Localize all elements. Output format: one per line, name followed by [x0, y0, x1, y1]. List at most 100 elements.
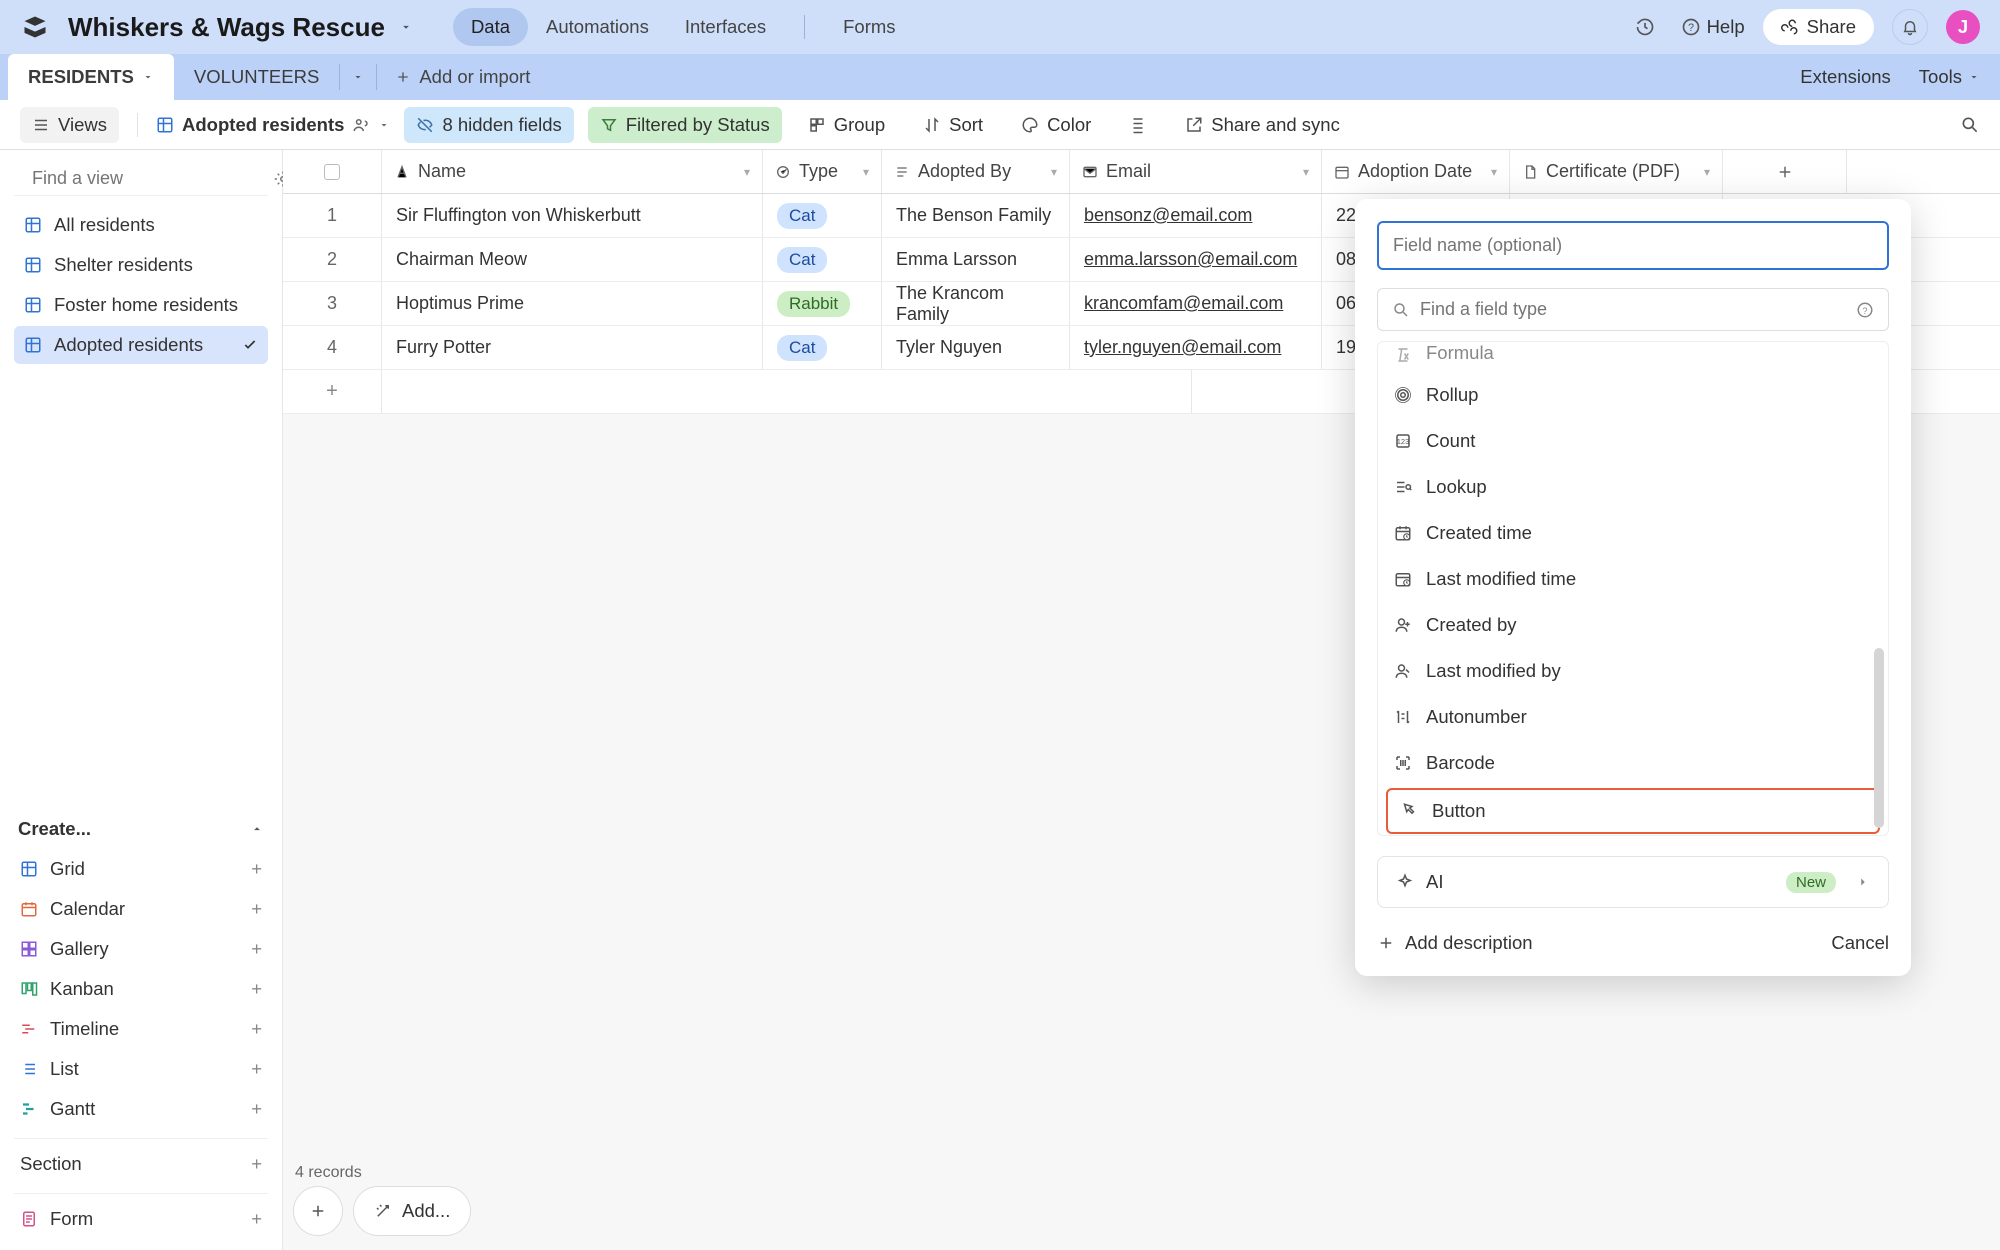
data-grid: Name▾ Type▾ Adopted By▾ Email▾ Adoption …: [283, 150, 2000, 1250]
column-email[interactable]: Email▾: [1070, 150, 1322, 193]
chevron-down-icon[interactable]: [378, 119, 390, 131]
plus-icon[interactable]: +: [283, 370, 382, 413]
cancel-button[interactable]: Cancel: [1831, 932, 1889, 954]
nav-interfaces[interactable]: Interfaces: [667, 8, 784, 46]
cell-name[interactable]: Sir Fluffington von Whiskerbutt: [382, 194, 763, 237]
column-adoption-date[interactable]: Adoption Date▾: [1322, 150, 1510, 193]
create-timeline[interactable]: Timeline+: [14, 1010, 268, 1048]
check-icon: [242, 337, 258, 353]
row-height-button[interactable]: [1117, 109, 1159, 141]
extensions-button[interactable]: Extensions: [1800, 66, 1891, 88]
view-list: All residents Shelter residents Foster h…: [14, 206, 268, 364]
create-form[interactable]: Form+: [14, 1200, 268, 1238]
field-type-created-time[interactable]: Created time: [1378, 510, 1888, 556]
add-field-popover: ? Formula Rollup 123Count Lookup Created…: [1355, 199, 1911, 976]
column-type[interactable]: Type▾: [763, 150, 882, 193]
chevron-down-icon[interactable]: [142, 71, 154, 83]
tab-label: RESIDENTS: [28, 66, 134, 88]
view-item-shelter-residents[interactable]: Shelter residents: [14, 246, 268, 284]
create-gantt[interactable]: Gantt+: [14, 1090, 268, 1128]
select-all-header[interactable]: [283, 150, 382, 193]
new-badge: New: [1786, 872, 1836, 893]
find-view-search[interactable]: [14, 162, 268, 196]
nav-data[interactable]: Data: [453, 8, 528, 46]
add-import-label: Add or import: [419, 66, 530, 88]
email-icon: [1082, 164, 1098, 180]
tab-residents[interactable]: RESIDENTS: [8, 54, 174, 100]
svg-text:123: 123: [1397, 437, 1410, 446]
field-type-autonumber[interactable]: Autonumber: [1378, 694, 1888, 740]
create-grid[interactable]: Grid+: [14, 850, 268, 888]
cell-adopted-by[interactable]: The Benson Family: [882, 194, 1070, 237]
sort-button[interactable]: Sort: [911, 107, 995, 143]
bell-icon[interactable]: [1892, 9, 1928, 45]
add-menu-button[interactable]: Add...: [353, 1186, 471, 1236]
help-icon[interactable]: ?: [1856, 301, 1874, 319]
field-type-rollup[interactable]: Rollup: [1378, 372, 1888, 418]
find-view-input[interactable]: [32, 168, 264, 189]
field-name-input[interactable]: [1377, 221, 1889, 270]
create-kanban[interactable]: Kanban+: [14, 970, 268, 1008]
nav-forms[interactable]: Forms: [825, 8, 913, 46]
chevron-down-icon: [352, 71, 364, 83]
current-view-name[interactable]: Adopted residents: [156, 114, 390, 136]
field-type-button[interactable]: Button: [1386, 788, 1880, 834]
add-record-button[interactable]: [293, 1186, 343, 1236]
create-gallery[interactable]: Gallery+: [14, 930, 268, 968]
hidden-fields-button[interactable]: 8 hidden fields: [404, 107, 573, 143]
create-list[interactable]: List+: [14, 1050, 268, 1088]
svg-text:?: ?: [1862, 305, 1867, 315]
checkbox[interactable]: [324, 164, 340, 180]
share-sync-button[interactable]: Share and sync: [1173, 107, 1352, 143]
tab-dropdown[interactable]: [340, 54, 376, 100]
field-type-ai[interactable]: AI New: [1377, 856, 1889, 908]
user-avatar[interactable]: J: [1946, 10, 1980, 44]
add-description-button[interactable]: Add description: [1377, 932, 1533, 954]
filter-button[interactable]: Filtered by Status: [588, 107, 782, 143]
nav-automations[interactable]: Automations: [528, 8, 667, 46]
help-button[interactable]: ? Help: [1681, 16, 1745, 38]
field-type-barcode[interactable]: Barcode: [1378, 740, 1888, 786]
field-type-last-modified-time[interactable]: Last modified time: [1378, 556, 1888, 602]
tab-volunteers[interactable]: VOLUNTEERS: [174, 54, 339, 100]
chevron-right-icon: [1856, 875, 1870, 889]
share-button[interactable]: Share: [1763, 9, 1874, 45]
field-type-count[interactable]: 123Count: [1378, 418, 1888, 464]
wand-icon: [374, 1202, 392, 1220]
search-icon[interactable]: [1960, 115, 1980, 135]
header-right: ? Help Share J: [1627, 9, 1980, 45]
add-field-button[interactable]: [1723, 150, 1847, 193]
create-section[interactable]: Section+: [14, 1145, 268, 1183]
view-item-foster-residents[interactable]: Foster home residents: [14, 286, 268, 324]
field-type-list: Formula Rollup 123Count Lookup Created t…: [1378, 342, 1888, 834]
view-item-all-residents[interactable]: All residents: [14, 206, 268, 244]
column-adopted-by[interactable]: Adopted By▾: [882, 150, 1070, 193]
chevron-down-icon[interactable]: ▾: [744, 165, 750, 179]
add-import-button[interactable]: Add or import: [377, 54, 548, 100]
create-calendar[interactable]: Calendar+: [14, 890, 268, 928]
group-button[interactable]: Group: [796, 107, 897, 143]
views-button[interactable]: Views: [20, 107, 119, 143]
chevron-down-icon[interactable]: [399, 20, 413, 34]
help-label: Help: [1707, 16, 1745, 38]
cell-email[interactable]: bensonz@email.com: [1070, 194, 1322, 237]
field-type-last-modified-by[interactable]: Last modified by: [1378, 648, 1888, 694]
field-type-search-input[interactable]: [1420, 299, 1846, 320]
grid-header-row: Name▾ Type▾ Adopted By▾ Email▾ Adoption …: [283, 150, 2000, 194]
field-type-lookup[interactable]: Lookup: [1378, 464, 1888, 510]
column-name[interactable]: Name▾: [382, 150, 763, 193]
base-name[interactable]: Whiskers & Wags Rescue: [68, 12, 385, 43]
create-section: Create... Grid+ Calendar+ Gallery+ Kanba…: [14, 796, 268, 1238]
column-certificate[interactable]: Certificate (PDF)▾: [1510, 150, 1723, 193]
people-icon: [352, 116, 370, 134]
view-item-adopted-residents[interactable]: Adopted residents: [14, 326, 268, 364]
tools-button[interactable]: Tools: [1919, 66, 1980, 88]
cell-type[interactable]: Cat: [763, 194, 882, 237]
field-type-created-by[interactable]: Created by: [1378, 602, 1888, 648]
create-toggle[interactable]: Create...: [14, 808, 268, 850]
field-type-formula[interactable]: Formula: [1378, 342, 1888, 372]
history-icon[interactable]: [1627, 9, 1663, 45]
color-button[interactable]: Color: [1009, 107, 1103, 143]
scrollbar[interactable]: [1874, 648, 1884, 828]
field-type-search[interactable]: ?: [1377, 288, 1889, 331]
